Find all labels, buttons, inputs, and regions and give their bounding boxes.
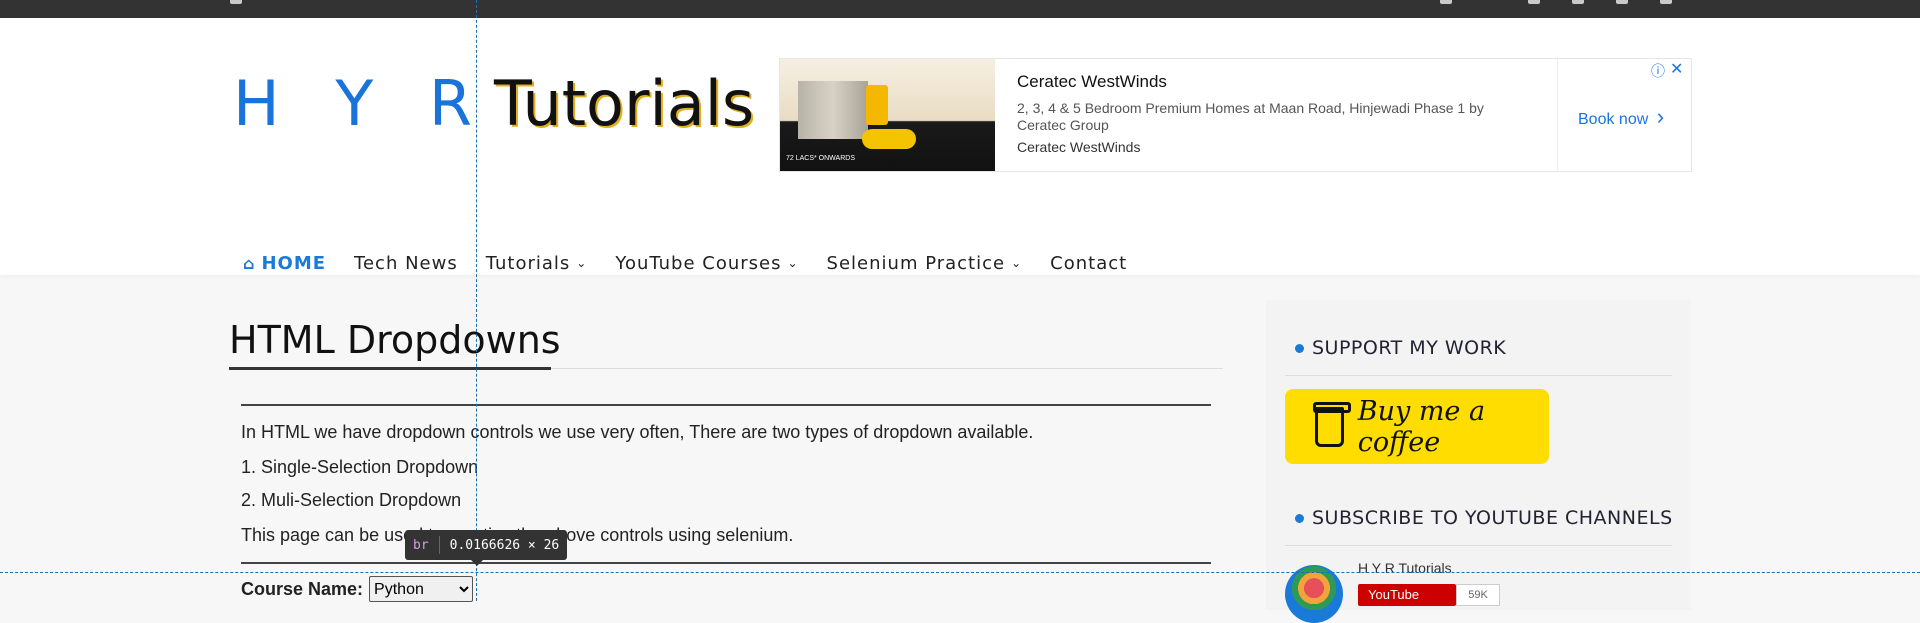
ad-title[interactable]: Ceratec WestWinds <box>1017 72 1167 92</box>
course-dropdown[interactable]: Python <box>369 576 474 602</box>
channel-name[interactable]: H Y R Tutorials <box>1358 560 1452 576</box>
course-row: Course Name: Python <box>241 576 474 602</box>
inspector-tooltip: br 0.0166626 × 26 <box>405 530 568 566</box>
ad-image[interactable]: 72 LACS* ONWARDS <box>780 59 995 171</box>
inspector-guide-horizontal <box>0 572 1920 573</box>
nav-label: Selenium Practice <box>826 252 1006 274</box>
nav-label: YouTube Courses <box>615 252 782 274</box>
nav-item-youtube-courses[interactable]: YouTube Courses ⌄ <box>615 253 798 274</box>
buy-me-a-coffee-button[interactable]: Buy me a coffee <box>1285 389 1549 464</box>
chevron-right-icon: › <box>1656 104 1665 129</box>
ad-badge-graphic <box>866 85 888 125</box>
main-nav: ⌂ HOME Tech News Tutorials ⌄ YouTube Cou… <box>243 248 1155 278</box>
ad-tag-graphic <box>862 129 916 149</box>
subscribe-title-text: SUBSCRIBE TO YOUTUBE CHANNELS <box>1312 507 1673 529</box>
horizontal-rule <box>241 404 1211 406</box>
ad-close-icon[interactable]: ✕ <box>1670 59 1683 79</box>
bullet-icon <box>1295 514 1304 523</box>
widget-divider <box>1285 545 1672 546</box>
horizontal-rule <box>241 562 1211 564</box>
ad-description: 2, 3, 4 & 5 Bedroom Premium Homes at Maa… <box>1017 100 1484 133</box>
tooltip-divider <box>438 536 440 554</box>
site-logo[interactable]: H Y R Tutorials <box>233 63 754 143</box>
support-title-text: SUPPORT MY WORK <box>1312 337 1507 359</box>
home-icon: ⌂ <box>243 253 256 273</box>
page-title: HTML Dropdowns <box>229 318 561 362</box>
youtube-label: YouTube <box>1368 587 1420 602</box>
ad-divider <box>1557 59 1558 171</box>
sidebar: SUPPORT MY WORK Buy me a coffee SUBSCRIB… <box>1266 300 1691 623</box>
nav-item-tutorials[interactable]: Tutorials ⌄ <box>486 253 588 274</box>
youtube-subscribe-button[interactable]: YouTube <box>1358 584 1456 606</box>
youtube-subscribe-widget: H Y R Tutorials YouTube 59K <box>1285 560 1675 623</box>
facebook-icon[interactable] <box>1440 0 1452 4</box>
site-header: H Y R Tutorials 72 LACS* ONWARDS Ceratec… <box>0 18 1920 275</box>
ad-info-icon[interactable]: ⓘ <box>1651 61 1665 81</box>
nav-item-selenium-practice[interactable]: Selenium Practice ⌄ <box>827 253 1023 274</box>
nav-label: Tutorials <box>485 252 571 274</box>
ad-building-graphic <box>798 81 868 139</box>
chevron-down-icon: ⌄ <box>787 256 799 270</box>
ad-brand: Ceratec WestWinds <box>1017 139 1141 155</box>
logo-part1: H Y R <box>233 66 490 140</box>
bmc-label: Buy me a coffee <box>1357 395 1486 458</box>
top-bar <box>0 0 1920 18</box>
chevron-down-icon: ⌄ <box>1011 256 1023 270</box>
subscriber-count: 59K <box>1456 584 1500 606</box>
nav-item-home[interactable]: ⌂ HOME <box>243 253 326 274</box>
widget-divider <box>1285 375 1672 376</box>
nav-item-tech-news[interactable]: Tech News <box>354 253 458 274</box>
youtube-icon[interactable] <box>1660 0 1672 4</box>
nav-label: HOME <box>261 252 327 274</box>
nav-label: Contact <box>1050 252 1128 274</box>
intro-text: In HTML we have dropdown controls we use… <box>241 422 1034 442</box>
course-label: Course Name: <box>241 578 364 599</box>
bullet-icon <box>1295 344 1304 353</box>
logo-part2: Tutorials <box>494 66 755 140</box>
channel-avatar[interactable] <box>1285 565 1343 623</box>
ad-book-now-button[interactable]: Book now › <box>1578 104 1664 130</box>
ad-cta-label: Book now <box>1578 111 1649 128</box>
list-item: 1. Single-Selection Dropdown <box>241 457 479 477</box>
linkedin-icon[interactable] <box>1616 0 1628 4</box>
title-underline <box>229 367 551 370</box>
list-item: 2. Muli-Selection Dropdown <box>241 490 462 510</box>
tooltip-size: 0.0166626 × 26 <box>449 537 560 553</box>
nav-item-contact[interactable]: Contact <box>1050 253 1127 274</box>
subscribe-widget-title: SUBSCRIBE TO YOUTUBE CHANNELS <box>1295 507 1673 529</box>
twitter-icon[interactable] <box>1528 0 1540 4</box>
ad-image-caption: 72 LACS* ONWARDS <box>786 155 855 162</box>
instagram-icon[interactable] <box>1572 0 1584 4</box>
support-widget-title: SUPPORT MY WORK <box>1295 337 1506 359</box>
menu-icon[interactable] <box>230 0 242 4</box>
tooltip-tag: br <box>413 537 429 553</box>
chevron-down-icon: ⌄ <box>576 256 588 270</box>
nav-label: Tech News <box>354 252 458 274</box>
inspector-guide-vertical <box>476 0 477 601</box>
ad-banner[interactable]: 72 LACS* ONWARDS Ceratec WestWinds 2, 3,… <box>779 58 1692 172</box>
coffee-cup-icon <box>1313 401 1351 447</box>
